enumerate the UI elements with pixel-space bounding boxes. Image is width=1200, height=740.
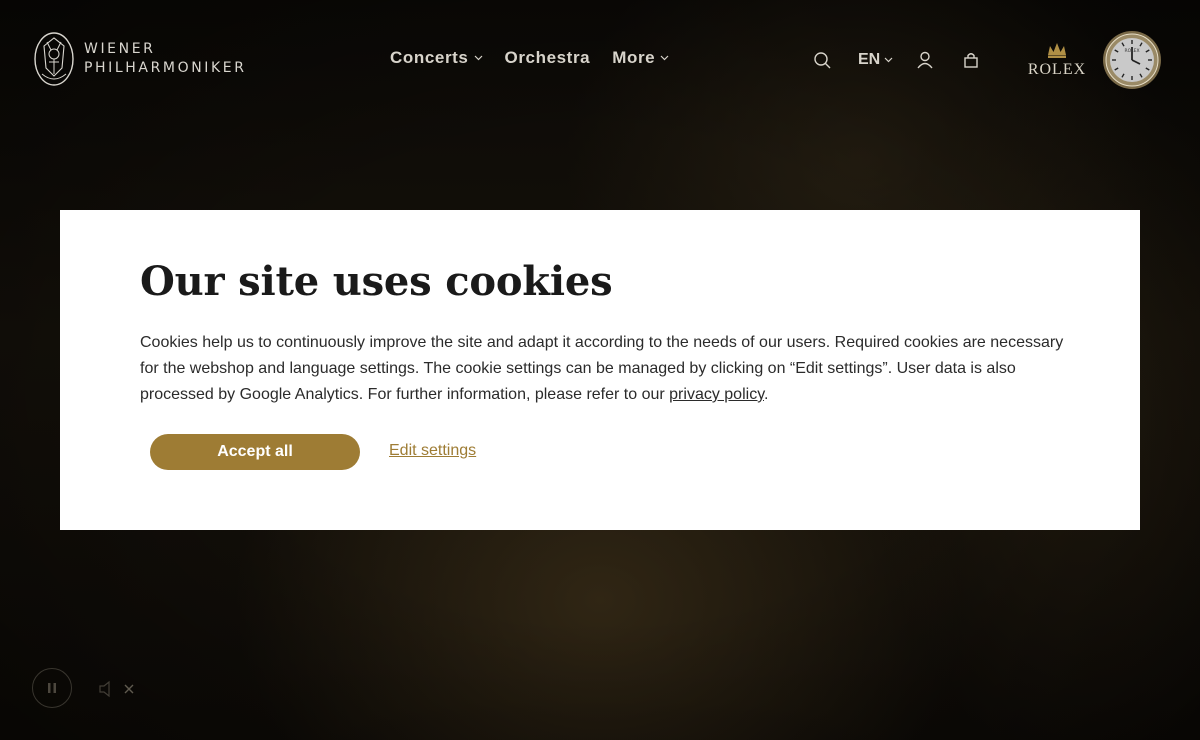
- language-selector[interactable]: EN: [858, 51, 893, 69]
- chevron-down-icon: [884, 57, 893, 63]
- nav-item-label: Concerts: [390, 48, 469, 67]
- logo-line-2: PHILHARMONIKER: [84, 60, 247, 76]
- site-logo[interactable]: WIENER PHILHARMONIKER: [32, 30, 247, 88]
- cookie-text-body: Cookies help us to continuously improve …: [140, 334, 1064, 403]
- header-tools: EN: [812, 50, 981, 70]
- video-pause-button[interactable]: [32, 668, 72, 708]
- logo-wordmark: WIENER PHILHARMONIKER: [84, 40, 247, 78]
- nav-item-more[interactable]: More: [612, 48, 669, 68]
- nav-item-label: Orchestra: [504, 48, 591, 67]
- main-navigation: Concerts Orchestra More: [390, 48, 669, 68]
- logo-line-1: WIENER: [84, 41, 156, 57]
- nav-item-concerts[interactable]: Concerts: [390, 48, 483, 68]
- user-icon[interactable]: [915, 50, 935, 70]
- mute-icon[interactable]: [98, 680, 136, 698]
- bag-icon[interactable]: [961, 50, 981, 70]
- nav-item-label: More: [612, 48, 656, 67]
- pause-icon: [48, 683, 56, 693]
- rolex-wordmark: ROLEX: [1027, 61, 1087, 78]
- cookie-consent-dialog: Our site uses cookies Cookies help us to…: [60, 210, 1140, 530]
- crown-icon: [1048, 43, 1066, 58]
- nav-item-orchestra[interactable]: Orchestra: [505, 48, 591, 68]
- privacy-policy-link[interactable]: privacy policy: [669, 386, 764, 403]
- accept-all-button[interactable]: Accept all: [150, 434, 360, 470]
- search-icon[interactable]: [812, 50, 832, 70]
- edit-settings-link[interactable]: Edit settings: [389, 442, 476, 460]
- cookie-title: Our site uses cookies: [140, 258, 613, 305]
- rolex-logo: ROLEX: [1022, 41, 1092, 79]
- philharmonic-crest-icon: [34, 32, 74, 86]
- clock-icon: ROLEX: [1103, 31, 1161, 89]
- language-label: EN: [858, 51, 881, 68]
- cookie-text-end: .: [764, 386, 769, 403]
- cookie-description: Cookies help us to continuously improve …: [140, 330, 1070, 408]
- chevron-down-icon: [660, 55, 669, 61]
- chevron-down-icon: [474, 55, 482, 61]
- rolex-sponsor[interactable]: ROLEX ROLEX: [1022, 30, 1162, 90]
- site-header: WIENER PHILHARMONIKER Concerts Orchestra…: [0, 0, 1200, 120]
- clock-brand-label: ROLEX: [1124, 48, 1139, 54]
